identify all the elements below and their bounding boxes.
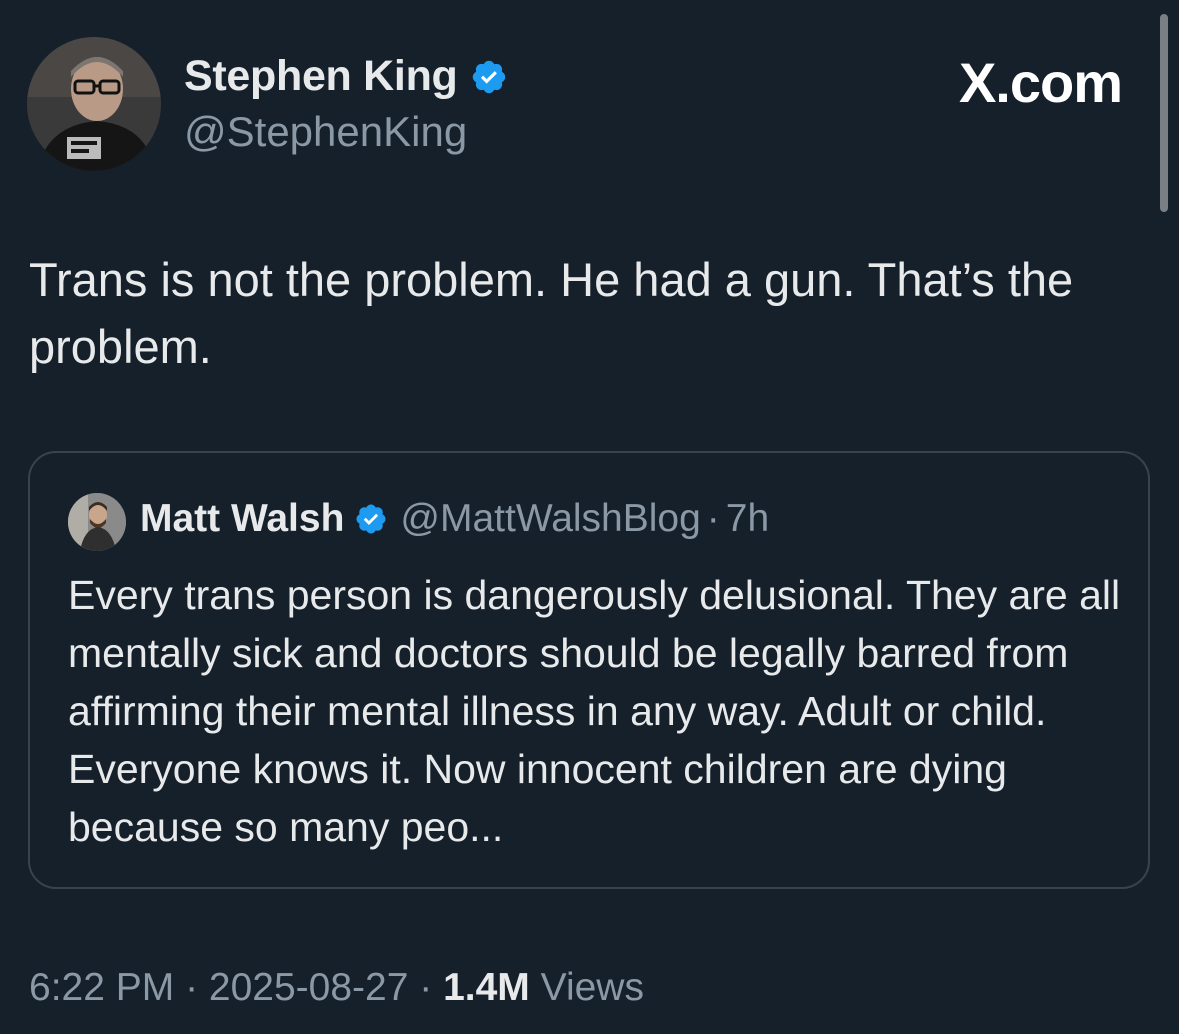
quoted-tweet-time[interactable]: 7h bbox=[726, 497, 769, 541]
verified-badge-icon bbox=[470, 58, 508, 96]
quoted-header-separator: · bbox=[706, 497, 720, 540]
quoted-tweet-header: Matt Walsh @MattWalshBlog · 7h bbox=[140, 497, 769, 541]
author-avatar-image bbox=[27, 37, 161, 171]
quoted-author-avatar-image bbox=[68, 493, 126, 551]
views-label: Views bbox=[529, 966, 644, 1009]
quoted-tweet-text: Every trans person is dangerously delusi… bbox=[68, 572, 1121, 850]
author-display-name-row[interactable]: Stephen King bbox=[184, 52, 508, 101]
quoted-tweet-card[interactable]: Matt Walsh @MattWalshBlog · 7h Every tra… bbox=[28, 451, 1150, 889]
x-com-brand-logo: X.com bbox=[958, 51, 1123, 114]
tweet-meta-row: 6:22 PM · 2025-08-27 · 1.4M Views bbox=[29, 966, 644, 1010]
views-count[interactable]: 1.4M bbox=[443, 966, 530, 1009]
author-display-name[interactable]: Stephen King bbox=[184, 52, 458, 101]
meta-separator: · bbox=[408, 966, 444, 1009]
tweet-time[interactable]: 6:22 PM bbox=[29, 966, 174, 1009]
tweet-date[interactable]: 2025-08-27 bbox=[209, 966, 409, 1009]
scrollbar[interactable] bbox=[1160, 14, 1168, 212]
quoted-author-handle[interactable]: @MattWalshBlog bbox=[400, 497, 700, 541]
tweet-text: Trans is not the problem. He had a gun. … bbox=[29, 253, 1074, 373]
quoted-author-avatar[interactable] bbox=[68, 493, 126, 551]
quoted-verified-badge-icon bbox=[354, 502, 388, 536]
author-avatar[interactable] bbox=[27, 37, 161, 171]
author-handle[interactable]: @StephenKing bbox=[184, 108, 467, 156]
quoted-author-display-name[interactable]: Matt Walsh bbox=[140, 497, 344, 541]
meta-separator: · bbox=[174, 966, 209, 1009]
